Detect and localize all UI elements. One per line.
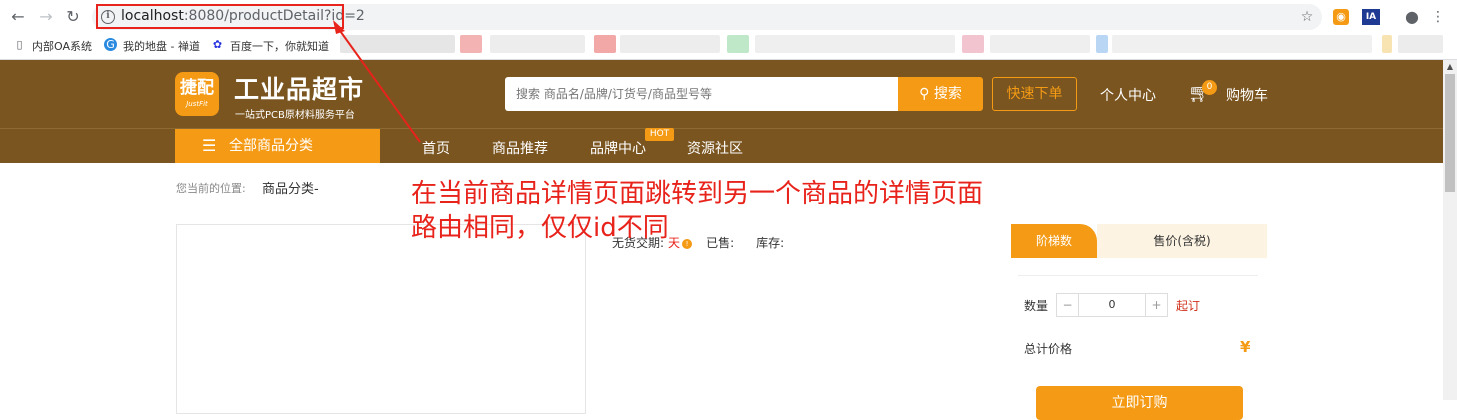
total-price-label: 总计价格 — [1024, 342, 1073, 356]
blurred-bookmarks — [990, 35, 1090, 53]
blurred-bookmarks — [727, 35, 749, 53]
annotation-line-1: 在当前商品详情页面跳转到另一个商品的详情页面 — [411, 179, 984, 209]
annotation-line-2: 路由相同，仅仅id不同 — [411, 213, 669, 243]
back-icon[interactable]: ← — [7, 6, 29, 28]
blurred-bookmarks — [620, 35, 720, 53]
total-price-value: ¥ — [1240, 338, 1251, 356]
blurred-bookmarks — [755, 35, 955, 53]
menu-kebab-icon[interactable]: ⋮ — [1428, 7, 1448, 27]
breadcrumb[interactable]: 商品分类- — [262, 178, 319, 197]
reload-icon[interactable]: ↻ — [62, 6, 84, 28]
extension-ia-icon[interactable]: IA — [1362, 9, 1380, 25]
quantity-increment-button[interactable]: + — [1145, 294, 1167, 316]
menu-list-icon: ☰ — [202, 136, 217, 155]
tab-unit-price[interactable]: 售价(含税) — [1097, 224, 1267, 258]
hot-badge: HOT — [645, 128, 674, 141]
bookmark-star-icon[interactable]: ☆ — [1297, 7, 1317, 27]
cart-link[interactable]: 购物车 — [1226, 85, 1268, 105]
zentao-icon: G — [104, 38, 117, 51]
blurred-bookmarks — [340, 35, 455, 53]
tab-tier-quantity[interactable]: 阶梯数 — [1011, 224, 1097, 258]
user-center-link[interactable]: 个人中心 — [1100, 85, 1156, 105]
site-title[interactable]: 工业品超市 — [234, 70, 364, 106]
bookmark-oa[interactable]: 内部OA系统 — [32, 38, 92, 54]
blurred-bookmarks — [1096, 35, 1108, 53]
search-button-label: 搜索 — [933, 86, 962, 102]
nav-item-recommend[interactable]: 商品推荐 — [492, 138, 548, 158]
blurred-bookmarks — [1398, 35, 1443, 53]
bookmark-zentao[interactable]: 我的地盘 - 禅道 — [123, 38, 200, 54]
blurred-bookmarks — [460, 35, 482, 53]
blurred-bookmarks — [1112, 35, 1372, 53]
site-slogan: 一站式PCB原材料服务平台 — [235, 110, 355, 121]
cart-count-badge: 0 — [1202, 80, 1217, 95]
min-order-label: 起订 — [1176, 299, 1201, 313]
panel-divider — [1018, 275, 1258, 276]
logo-subtext: JustFit — [186, 100, 208, 108]
breadcrumb-label: 您当前的位置: — [176, 182, 246, 195]
blurred-bookmarks — [594, 35, 616, 53]
quantity-decrement-button[interactable]: − — [1057, 294, 1079, 316]
page-icon: ▯ — [16, 38, 23, 51]
profile-icon[interactable]: ● — [1402, 7, 1422, 27]
all-categories-label: 全部商品分类 — [229, 138, 313, 154]
bookmark-baidu[interactable]: 百度一下，你就知道 — [230, 38, 329, 54]
search-button[interactable]: ⚲ 搜索 — [898, 77, 983, 111]
scrollbar-thumb[interactable] — [1445, 74, 1455, 192]
all-categories-button[interactable]: ☰ 全部商品分类 — [175, 129, 380, 163]
site-logo[interactable]: 捷配 JustFit — [175, 72, 219, 116]
quantity-input[interactable]: 0 — [1079, 294, 1145, 316]
search-icon: ⚲ — [919, 86, 930, 102]
nav-item-community[interactable]: 资源社区 — [687, 138, 743, 158]
blurred-bookmarks — [962, 35, 984, 53]
scroll-up-icon[interactable]: ▲ — [1443, 60, 1457, 74]
url-highlight-box — [96, 4, 344, 29]
annotation-text: 在当前商品详情页面跳转到另一个商品的详情页面 路由相同，仅仅id不同 — [411, 177, 983, 245]
order-now-button[interactable]: 立即订购 — [1036, 386, 1243, 420]
nav-item-home[interactable]: 首页 — [422, 138, 450, 158]
logo-text: 捷配 — [180, 78, 214, 98]
product-image — [176, 224, 586, 414]
blurred-bookmarks — [1382, 35, 1392, 53]
extension-icon[interactable]: ◉ — [1333, 9, 1349, 25]
quantity-label: 数量 — [1024, 299, 1049, 313]
forward-icon[interactable]: → — [35, 6, 57, 28]
baidu-paw-icon: ✿ — [212, 38, 223, 51]
quick-order-button[interactable]: 快速下单 — [992, 77, 1077, 111]
nav-item-brands[interactable]: 品牌中心 — [590, 138, 646, 158]
blurred-bookmarks — [490, 35, 585, 53]
search-input[interactable] — [505, 77, 898, 111]
